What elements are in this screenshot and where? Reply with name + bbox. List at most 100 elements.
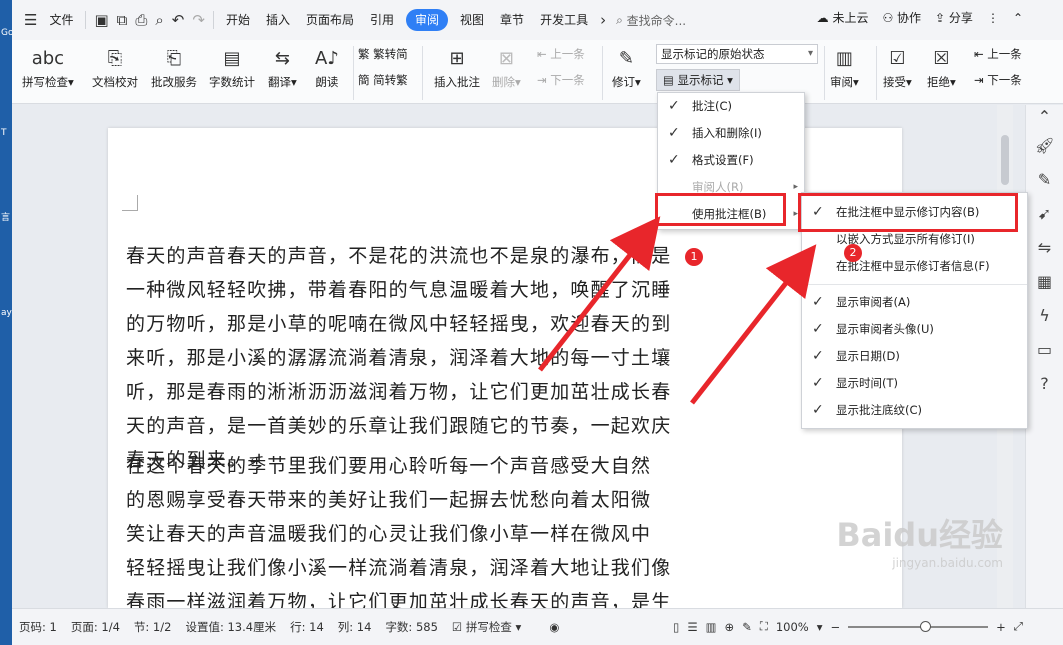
outline-view-icon[interactable]: ☰ bbox=[687, 620, 697, 634]
share-button[interactable]: ⇪ 分享 bbox=[935, 9, 973, 26]
check-icon: ✓ bbox=[668, 125, 680, 141]
read-view-icon[interactable]: ▥ bbox=[706, 620, 717, 634]
help-icon[interactable]: ? bbox=[1026, 367, 1063, 401]
review-pane-button[interactable]: ▥ 审阅▾ bbox=[830, 44, 859, 90]
review-service-button[interactable]: ⎗ 批改服务 bbox=[151, 44, 197, 90]
lightning-icon[interactable]: ϟ bbox=[1026, 299, 1063, 333]
word-count-status[interactable]: 字数: 585 bbox=[378, 619, 444, 635]
track-changes-button[interactable]: ✎ 修订▾ bbox=[612, 44, 641, 90]
simp-to-trad-button[interactable]: 簡 简转繁 bbox=[358, 72, 408, 88]
menu-item-comments[interactable]: ✓ 批注(C) bbox=[658, 93, 804, 120]
show-markup-button[interactable]: ▤ 显示标记 ▾ bbox=[656, 69, 740, 91]
preview-icon[interactable]: ⌕ bbox=[151, 11, 167, 29]
zoom-level[interactable]: 100% bbox=[776, 620, 809, 634]
markup-icon: ▤ bbox=[663, 73, 674, 87]
prev-comment-button[interactable]: ⇤ 上一条 bbox=[537, 46, 585, 62]
paragraph-1[interactable]: 春天的声音春天的声音，不是花的洪流也不是泉的瀑布，而是 一种微风轻轻吹拂，带着春… bbox=[126, 239, 671, 477]
print-icon[interactable]: ⎙ bbox=[131, 11, 151, 29]
tab-layout[interactable]: 页面布局 bbox=[298, 9, 362, 31]
page-view-icon[interactable]: ▯ bbox=[673, 620, 679, 634]
menu-item-show-reviewer[interactable]: ✓ 显示审阅者(A) bbox=[802, 289, 1027, 316]
simp-label: 简转繁 bbox=[373, 73, 408, 87]
file-menu[interactable]: 文件 bbox=[41, 9, 81, 31]
display-state-select[interactable]: 显示标记的原始状态 bbox=[656, 44, 818, 64]
next-comment-button[interactable]: ⇥ 下一条 bbox=[537, 72, 585, 88]
tab-view[interactable]: 视图 bbox=[452, 9, 492, 31]
panel-icon[interactable]: ▭ bbox=[1026, 333, 1063, 367]
delete-comment-button[interactable]: ⊠ 删除▾ bbox=[492, 44, 521, 90]
desktop-label: ay bbox=[1, 308, 12, 318]
trad-to-simp-button[interactable]: 繁 繁转简 bbox=[358, 46, 408, 62]
menu-label: 显示审阅者(A) bbox=[836, 295, 911, 309]
spell-check-status[interactable]: ☑ 拼写检查 ▾ bbox=[445, 619, 528, 635]
section[interactable]: 节: 1/2 bbox=[127, 619, 179, 635]
translate-button[interactable]: ⇆ 翻译▾ bbox=[268, 44, 297, 90]
save-icon[interactable]: ▣ bbox=[90, 11, 112, 29]
export-icon[interactable]: ⧉ bbox=[113, 11, 132, 29]
accept-button[interactable]: ☑ 接受▾ bbox=[883, 44, 912, 90]
select-icon[interactable]: ➹ bbox=[1026, 197, 1063, 231]
pen-icon[interactable]: ✎ bbox=[1026, 163, 1063, 197]
prev-change-label: 上一条 bbox=[987, 47, 1022, 61]
hamburger-icon[interactable]: ☰ bbox=[20, 11, 41, 29]
tab-home[interactable]: 开始 bbox=[218, 9, 258, 31]
fit-icon[interactable]: ⛶ bbox=[760, 619, 768, 634]
menu-item-show-date[interactable]: ✓ 显示日期(D) bbox=[802, 343, 1027, 370]
menu-item-insert-delete[interactable]: ✓ 插入和删除(I) bbox=[658, 120, 804, 147]
tab-review[interactable]: 审阅 bbox=[406, 9, 449, 31]
write-view-icon[interactable]: ✎ bbox=[742, 620, 752, 634]
insert-comment-button[interactable]: ⊞ 插入批注 bbox=[434, 44, 480, 90]
redo-icon[interactable]: ↷ bbox=[188, 11, 209, 29]
menu-item-formatting[interactable]: ✓ 格式设置(F) bbox=[658, 147, 804, 174]
reject-button[interactable]: ☒ 拒绝▾ bbox=[927, 44, 956, 90]
zoom-out-icon[interactable]: − bbox=[831, 620, 841, 634]
eye-icon[interactable]: ◉ bbox=[542, 620, 566, 634]
column[interactable]: 列: 14 bbox=[331, 619, 379, 635]
tab-references[interactable]: 引用 bbox=[362, 9, 402, 31]
divider bbox=[876, 46, 877, 100]
zoom-in-icon[interactable]: + bbox=[996, 620, 1006, 634]
fullscreen-icon[interactable]: ⤢ bbox=[1014, 619, 1023, 634]
spell-check-button[interactable]: abc 拼写检查▾ bbox=[22, 44, 74, 90]
menu-item-show-avatar[interactable]: ✓ 显示审阅者头像(U) bbox=[802, 316, 1027, 343]
menu-label: 显示时间(T) bbox=[836, 376, 898, 390]
rocket-icon[interactable]: 🚀︎ bbox=[1026, 129, 1063, 163]
zoom-slider[interactable] bbox=[848, 620, 989, 632]
adjust-icon[interactable]: ⇋ bbox=[1026, 231, 1063, 265]
page-number[interactable]: 页码: 1 bbox=[12, 619, 64, 635]
read-aloud-button[interactable]: A♪ 朗读 bbox=[315, 44, 339, 90]
scrollbar-thumb[interactable] bbox=[1001, 135, 1009, 185]
command-search[interactable]: ⌕ 查找命令... bbox=[616, 12, 686, 29]
collab-button[interactable]: ⚇ 协作 bbox=[882, 9, 921, 26]
zoom-knob[interactable] bbox=[920, 620, 932, 632]
tab-insert[interactable]: 插入 bbox=[258, 9, 298, 31]
divider bbox=[602, 46, 603, 100]
menu-label: 审阅人(R) bbox=[692, 180, 744, 194]
web-view-icon[interactable]: ⊕ bbox=[725, 620, 735, 634]
setting-value[interactable]: 设置值: 13.4厘米 bbox=[178, 619, 283, 635]
expand-icon[interactable]: ⌃ bbox=[1026, 105, 1063, 129]
word-count-label: 字数统计 bbox=[209, 75, 255, 89]
tab-chapter[interactable]: 章节 bbox=[492, 9, 532, 31]
menu-item-show-shading[interactable]: ✓ 显示批注底纹(C) bbox=[802, 397, 1027, 424]
paragraph-2[interactable]: 在这个春天的季节里我们要用心聆听每一个声音感受大自然 的恩赐享受春天带来的美好让… bbox=[126, 449, 671, 619]
highlight-box-1 bbox=[655, 193, 786, 226]
collapse-icon[interactable]: ⌃ bbox=[1013, 11, 1023, 25]
undo-icon[interactable]: ↶ bbox=[168, 11, 189, 29]
prev-change-button[interactable]: ⇤ 上一条 bbox=[974, 46, 1022, 62]
doc-proof-button[interactable]: ⎘ 文档校对 bbox=[92, 44, 138, 90]
cloud-status[interactable]: ☁ 未上云 bbox=[817, 9, 869, 26]
page-count[interactable]: 页面: 1/4 bbox=[64, 619, 127, 635]
check-icon: ✓ bbox=[668, 98, 680, 114]
review-label: 审阅 bbox=[830, 75, 853, 89]
row[interactable]: 行: 14 bbox=[283, 619, 331, 635]
word-count-button[interactable]: ▤ 字数统计 bbox=[209, 44, 255, 90]
divider bbox=[85, 11, 87, 29]
next-change-button[interactable]: ⇥ 下一条 bbox=[974, 72, 1022, 88]
menu-item-show-time[interactable]: ✓ 显示时间(T) bbox=[802, 370, 1027, 397]
tab-developer[interactable]: 开发工具 bbox=[532, 9, 596, 31]
menu-item-show-reviewer-info[interactable]: 在批注框中显示修订者信息(F) bbox=[802, 253, 1027, 280]
more-icon[interactable]: ⋮ bbox=[987, 11, 999, 25]
gallery-icon[interactable]: ▦ bbox=[1026, 265, 1063, 299]
more-tabs-icon[interactable]: › bbox=[596, 11, 610, 29]
